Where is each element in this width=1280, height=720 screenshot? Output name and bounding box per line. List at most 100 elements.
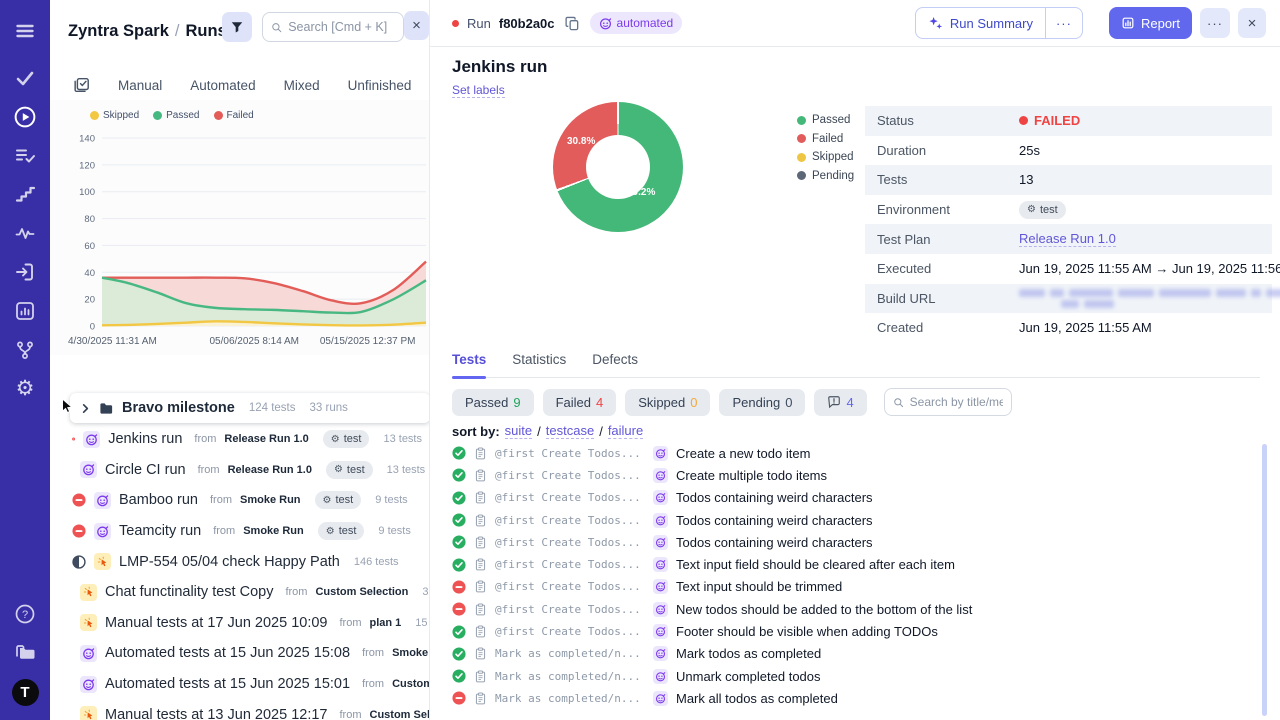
test-row[interactable]: @first Create Todos...Text input should …	[452, 576, 1260, 598]
run-name: Chat functinality test Copy	[105, 584, 273, 600]
menu-icon[interactable]	[0, 20, 50, 42]
project-name[interactable]: Zyntra Spark	[68, 22, 169, 40]
test-row[interactable]: @first Create Todos...Text input field s…	[452, 553, 1260, 575]
env-badge: ⚙test	[315, 491, 362, 509]
passed-status-icon	[452, 535, 466, 549]
run-list-item[interactable]: Manual tests at 17 Jun 2025 10:09frompla…	[50, 608, 430, 639]
run-plan-name: Release Run 1.0	[228, 464, 312, 476]
run-summary-button[interactable]: Run Summary	[916, 8, 1045, 38]
test-row[interactable]: @first Create Todos...Create multiple to…	[452, 464, 1260, 486]
run-list-item[interactable]: Manual tests at 13 Jun 2025 12:17fromCus…	[50, 699, 430, 720]
run-plan-name: Smoke Run	[240, 494, 301, 506]
tests-check-icon[interactable]	[0, 67, 50, 89]
runs-play-icon[interactable]	[0, 105, 50, 129]
detail-close-button[interactable]: ×	[1238, 8, 1266, 38]
tab-manual[interactable]: Manual	[118, 78, 162, 93]
test-row[interactable]: @first Create Todos...Todos containing w…	[452, 531, 1260, 553]
run-list-item[interactable]: Jenkins runfromRelease Run 1.0⚙test13 te…	[50, 424, 430, 455]
more-actions-button[interactable]: ···	[1200, 8, 1230, 38]
tests-search-input[interactable]	[910, 395, 1003, 409]
run-list-item[interactable]: Bamboo runfromSmoke Run⚙test9 tests	[50, 485, 430, 516]
robot-icon	[82, 463, 95, 476]
run-list-item[interactable]: Chat functinality test CopyfromCustom Se…	[50, 577, 430, 608]
comments-filter[interactable]: 4	[814, 389, 866, 416]
run-list-item[interactable]: Automated tests at 15 Jun 2025 15:08from…	[50, 638, 430, 669]
test-suite: @first Create Todos...	[495, 491, 645, 504]
run-list-item[interactable]: Teamcity runfromSmoke Run⚙test9 tests	[50, 516, 430, 547]
passed-status-icon	[452, 669, 466, 683]
scrollbar-thumb[interactable]	[1262, 444, 1267, 716]
test-title: Footer should be visible when adding TOD…	[676, 624, 938, 639]
test-row[interactable]: @first Create Todos...New todos should b…	[452, 598, 1260, 620]
sort-by-failure[interactable]: failure	[608, 423, 643, 439]
run-list-item[interactable]: LMP-554 05/04 check Happy Path146 tests	[50, 546, 430, 577]
filter-failed[interactable]: Failed 4	[543, 389, 617, 416]
filter-pending[interactable]: Pending 0	[719, 389, 805, 416]
robot-icon	[82, 678, 95, 691]
settings-gear-icon[interactable]: ⚙	[0, 377, 50, 399]
multi-select-icon[interactable]	[72, 76, 90, 94]
help-icon[interactable]: ?	[0, 603, 50, 625]
projects-folders-icon[interactable]	[0, 641, 50, 665]
test-row[interactable]: @first Create Todos...Todos containing w…	[452, 509, 1260, 531]
run-from-label: from	[210, 494, 232, 506]
report-button[interactable]: Report	[1109, 7, 1192, 39]
test-row[interactable]: @first Create Todos...Todos containing w…	[452, 487, 1260, 509]
tab-defects[interactable]: Defects	[592, 352, 638, 377]
run-list-item[interactable]: Circle CI runfromRelease Run 1.0⚙test13 …	[50, 455, 430, 486]
test-suite: @first Create Todos...	[495, 625, 645, 638]
filter-passed[interactable]: Passed 9	[452, 389, 534, 416]
milestone-row[interactable]: Bravo milestone 124 tests 33 runs	[70, 393, 430, 423]
automated-test-icon	[653, 490, 668, 505]
branch-icon[interactable]	[0, 339, 50, 361]
automated-test-icon	[653, 669, 668, 684]
set-labels-link[interactable]: Set labels	[452, 83, 505, 98]
failed-status-icon	[72, 432, 75, 446]
panel-close-button[interactable]: ×	[404, 11, 429, 40]
svg-text:05/15/2025 12:37 PM: 05/15/2025 12:37 PM	[320, 336, 416, 347]
tab-mixed[interactable]: Mixed	[284, 78, 320, 93]
run-summary-label: Run Summary	[950, 16, 1033, 31]
passed-status-icon	[452, 491, 466, 505]
run-list-item[interactable]: Automated tests at 15 Jun 2025 15:01from…	[50, 669, 430, 700]
copy-run-id-button[interactable]	[563, 14, 582, 33]
area-chart-svg: 1401201008060402004/30/2025 11:31 AM05/0…	[68, 124, 430, 352]
app-logo[interactable]: T	[0, 679, 50, 706]
analytics-icon[interactable]	[0, 300, 50, 322]
run-name: Manual tests at 13 Jun 2025 12:17	[105, 707, 328, 720]
tab-unfinished[interactable]: Unfinished	[348, 78, 412, 93]
chevron-right-icon[interactable]	[80, 403, 91, 414]
test-title: Todos containing weird characters	[676, 513, 873, 528]
detail-value: Jun 19, 2025 11:55 AM → Jun 19, 2025 11:…	[1019, 261, 1280, 276]
automated-badge[interactable]: automated	[590, 12, 683, 34]
automated-test-icon	[653, 602, 668, 617]
tab-tests[interactable]: Tests	[452, 352, 486, 377]
automated-test-icon	[653, 513, 668, 528]
sort-by-testcase[interactable]: testcase	[546, 423, 594, 439]
runs-search-input[interactable]	[288, 20, 395, 34]
filter-skipped[interactable]: Skipped 0	[625, 389, 710, 416]
svg-text:4/30/2025 11:31 AM: 4/30/2025 11:31 AM	[68, 336, 157, 347]
list-check-icon[interactable]	[0, 144, 50, 166]
sort-by-suite[interactable]: suite	[505, 423, 532, 439]
run-name: Automated tests at 15 Jun 2025 15:01	[105, 676, 350, 692]
env-badge: ⚙test	[323, 430, 370, 448]
automated-run-icon	[80, 645, 97, 662]
detail-label: Duration	[877, 143, 1019, 158]
import-icon[interactable]	[0, 261, 50, 283]
test-row[interactable]: @first Create Todos...Create a new todo …	[452, 442, 1260, 464]
test-row[interactable]: Mark as completed/n...Unmark completed t…	[452, 665, 1260, 687]
run-summary-more-button[interactable]: ···	[1045, 8, 1082, 38]
automated-test-icon	[653, 646, 668, 661]
test-title: New todos should be added to the bottom …	[676, 602, 972, 617]
filter-button[interactable]	[222, 12, 252, 42]
test-plan-link[interactable]: Release Run 1.0	[1019, 231, 1116, 247]
test-row[interactable]: Mark as completed/n...Mark all todos as …	[452, 687, 1260, 709]
test-row[interactable]: Mark as completed/n...Mark todos as comp…	[452, 643, 1260, 665]
steps-icon[interactable]	[0, 183, 50, 205]
tab-statistics[interactable]: Statistics	[512, 352, 566, 377]
run-plan-name: Release Run 1.0	[224, 433, 308, 445]
activity-pulse-icon[interactable]	[0, 222, 50, 244]
tab-automated[interactable]: Automated	[190, 78, 255, 93]
test-row[interactable]: @first Create Todos... Footer should be v…	[452, 620, 1260, 642]
